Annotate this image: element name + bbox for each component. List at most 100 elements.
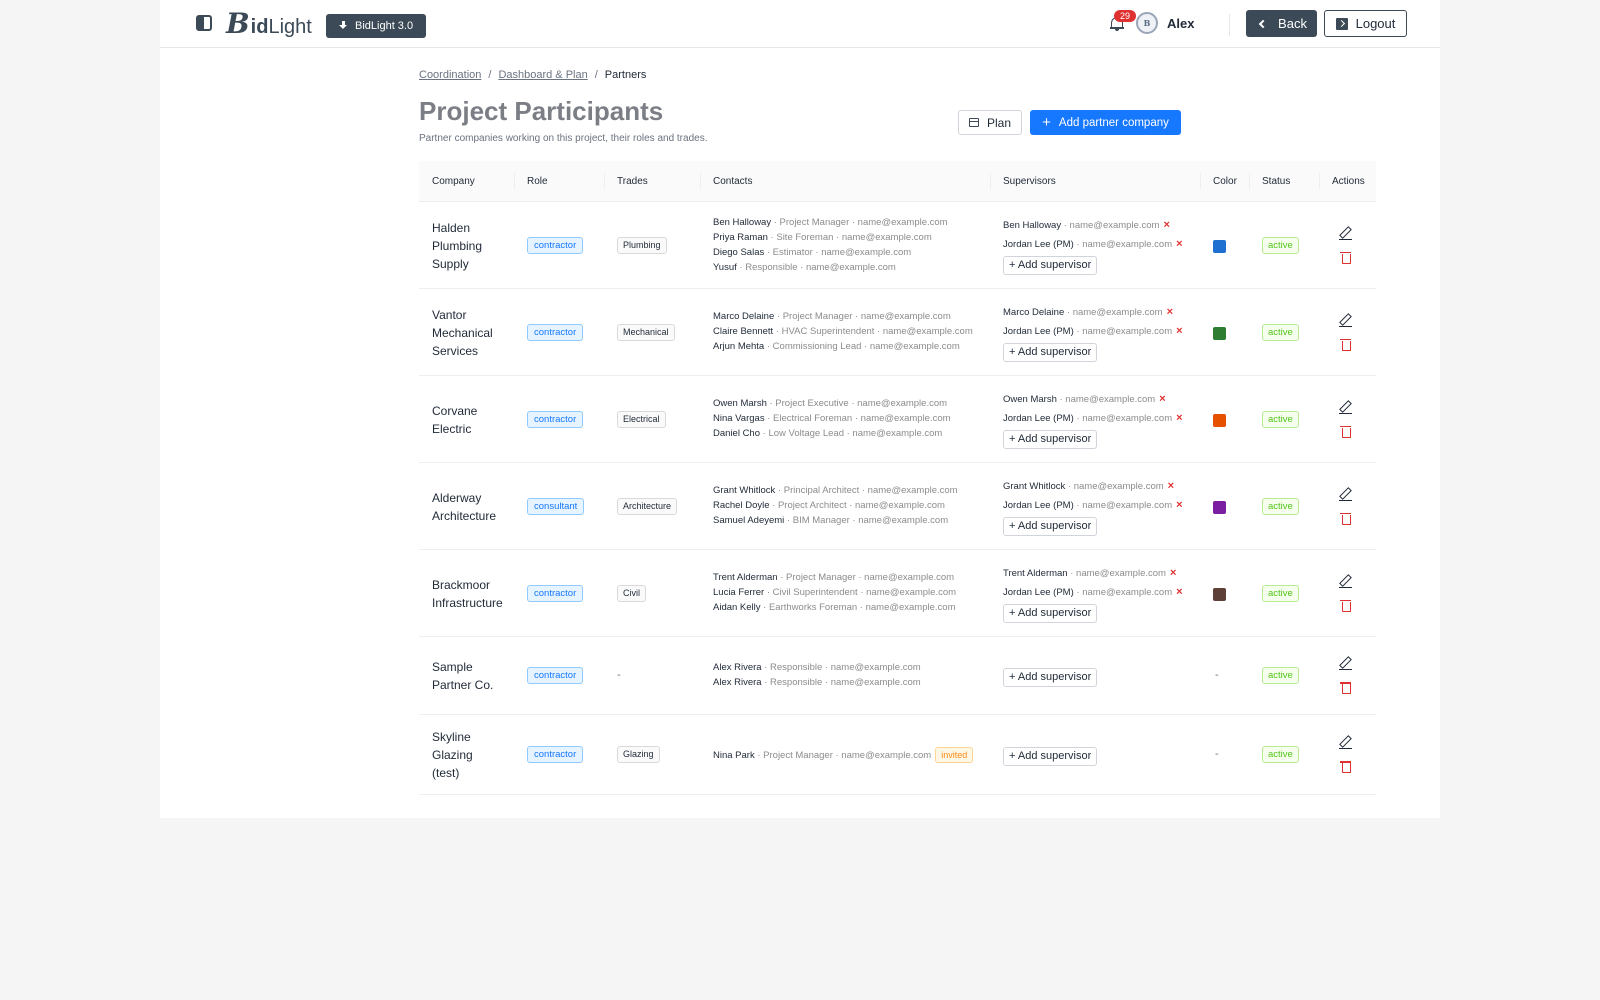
contact-details: · Project Manager · name@example.com [774, 311, 951, 322]
remove-supervisor-icon[interactable]: × [1168, 480, 1174, 492]
remove-supervisor-icon[interactable]: × [1176, 325, 1182, 337]
supervisors-list: + Add supervisor [1003, 745, 1098, 766]
contact-details: · Responsible · name@example.com [736, 261, 896, 273]
edit-icon[interactable] [1339, 313, 1353, 327]
contact-name: Alex Rivera [713, 662, 762, 673]
color-swatch [1213, 326, 1226, 340]
supervisor-email: · name@example.com [1073, 500, 1173, 511]
remove-supervisor-icon[interactable]: × [1159, 393, 1165, 405]
breadcrumb-coordination[interactable]: Coordination [419, 69, 481, 81]
supervisor-name: Trent Alderman [1003, 568, 1068, 579]
column-header-role[interactable]: Role [527, 176, 548, 187]
add-supervisor-button[interactable]: + Add supervisor [1003, 256, 1098, 275]
calendar-icon [968, 118, 979, 127]
supervisor-name: Grant Whitlock [1003, 481, 1066, 492]
supervisor-email: · name@example.com [1065, 481, 1164, 492]
add-supervisor-button[interactable]: + Add supervisor [1003, 430, 1098, 449]
breadcrumb-separator: / [594, 69, 598, 81]
add-supervisor-button[interactable]: + Add supervisor [1003, 604, 1098, 623]
remove-supervisor-icon[interactable]: × [1163, 219, 1169, 231]
role-tag: contractor [527, 236, 584, 254]
remove-supervisor-icon[interactable]: × [1176, 238, 1182, 250]
trash-icon[interactable] [1340, 512, 1351, 525]
contact-details: · Site Foreman · name@example.com [767, 231, 932, 243]
supervisor-item: Jordan Lee (PM) · name@example.com × [1003, 583, 1183, 602]
company-name: Halden Plumbing Supply [432, 220, 483, 271]
supervisor-name: Jordan Lee (PM) [1003, 326, 1074, 337]
version-button-label: BidLight 3.0 [355, 20, 414, 32]
remove-supervisor-icon[interactable]: × [1176, 412, 1182, 424]
trash-icon[interactable] [1340, 599, 1351, 612]
supervisors-list: Owen Marsh · name@example.com × Jordan Lee… [1003, 390, 1183, 449]
supervisor-item: Ben Halloway · name@example.com × [1003, 216, 1183, 235]
breadcrumb-dashboard-plan[interactable]: Dashboard & Plan [498, 69, 587, 81]
version-download-button[interactable]: BidLight 3.0 [326, 14, 427, 38]
role-tag: consultant [527, 497, 585, 515]
edit-icon[interactable] [1339, 400, 1353, 414]
page-title: Project Participants [419, 96, 664, 126]
column-divider [990, 173, 991, 189]
plan-button-label: Plan [986, 115, 1012, 130]
page-subtitle: Partner companies working on this projec… [419, 133, 708, 144]
edit-icon[interactable] [1339, 487, 1353, 501]
trade-empty: - [617, 669, 621, 681]
remove-supervisor-icon[interactable]: × [1176, 499, 1182, 511]
add-supervisor-button[interactable]: + Add supervisor [1003, 667, 1098, 687]
contact-name: Alex Rivera [713, 677, 762, 688]
breadcrumb-separator: / [488, 69, 492, 81]
add-supervisor-button[interactable]: + Add supervisor [1003, 746, 1098, 766]
app-shell: B id Light BidLight 3.0 29 B Alex Back L… [160, 0, 1440, 818]
column-header-color[interactable]: Color [1213, 176, 1237, 187]
edit-icon[interactable] [1339, 574, 1353, 588]
contact-name: Ben Halloway [713, 216, 772, 228]
edit-icon[interactable] [1339, 656, 1353, 671]
company-name: Sample Partner Co. [432, 660, 494, 692]
logout-button[interactable]: Logout [1324, 10, 1407, 37]
contact-details: · Responsible · name@example.com [761, 677, 921, 688]
table-header: Company Role Trades Contacts Supervisors… [419, 161, 1376, 202]
logout-icon [1335, 17, 1348, 30]
status-badge: active [1262, 584, 1299, 602]
add-partner-company-button[interactable]: + Add partner company [1030, 110, 1181, 135]
remove-supervisor-icon[interactable]: × [1167, 306, 1173, 318]
table-row: Skyline Glazing (test) contractor Glazing N… [419, 715, 1376, 795]
contact-item: Claire Bennett · HVAC Superintendent · n… [713, 324, 973, 339]
add-supervisor-button[interactable]: + Add supervisor [1003, 343, 1098, 362]
supervisor-item: Jordan Lee (PM) · name@example.com × [1003, 235, 1183, 254]
avatar[interactable]: B [1136, 12, 1158, 34]
trash-icon[interactable] [1340, 338, 1351, 351]
column-header-status[interactable]: Status [1262, 176, 1290, 187]
username: Alex [1167, 16, 1195, 31]
supervisor-email: · name@example.com [1061, 220, 1160, 231]
supervisor-item: Marco Delaine · name@example.com × [1003, 303, 1183, 322]
top-bar: B id Light BidLight 3.0 29 B Alex Back L… [160, 0, 1440, 48]
column-divider [1249, 173, 1250, 189]
column-header-supervisors[interactable]: Supervisors [1003, 176, 1056, 187]
back-button[interactable]: Back [1246, 10, 1317, 37]
trash-icon[interactable] [1340, 760, 1351, 773]
trash-icon[interactable] [1340, 681, 1351, 694]
contacts-list: Grant Whitlock · Principal Architect · n… [713, 483, 958, 528]
remove-supervisor-icon[interactable]: × [1170, 567, 1176, 579]
bidlight-logo[interactable]: B id Light [226, 8, 312, 39]
supervisor-item: Trent Alderman · name@example.com × [1003, 564, 1183, 583]
edit-icon[interactable] [1339, 735, 1353, 750]
contact-item: Samuel Adeyemi · BIM Manager · name@exam… [713, 513, 958, 528]
remove-supervisor-icon[interactable]: × [1176, 586, 1182, 598]
status-badge: active [1262, 323, 1299, 341]
column-header-contacts[interactable]: Contacts [713, 176, 752, 187]
breadcrumb: Coordination / Dashboard & Plan / Partne… [419, 69, 646, 81]
sidebar-toggle-icon[interactable] [196, 15, 212, 31]
color-swatch [1213, 587, 1226, 601]
column-divider [1319, 173, 1320, 189]
plan-button[interactable]: Plan [958, 110, 1022, 135]
column-header-company[interactable]: Company [432, 176, 475, 187]
contact-item: Nina Vargas · Electrical Foreman · name@… [713, 411, 951, 426]
edit-icon[interactable] [1339, 226, 1353, 240]
column-header-trades[interactable]: Trades [617, 176, 648, 187]
trash-icon[interactable] [1340, 425, 1351, 438]
contact-item: Ben Halloway · Project Manager · name@ex… [713, 215, 948, 230]
add-supervisor-button[interactable]: + Add supervisor [1003, 517, 1098, 536]
trash-icon[interactable] [1340, 251, 1351, 264]
contact-details: · Responsible · name@example.com [761, 662, 921, 673]
